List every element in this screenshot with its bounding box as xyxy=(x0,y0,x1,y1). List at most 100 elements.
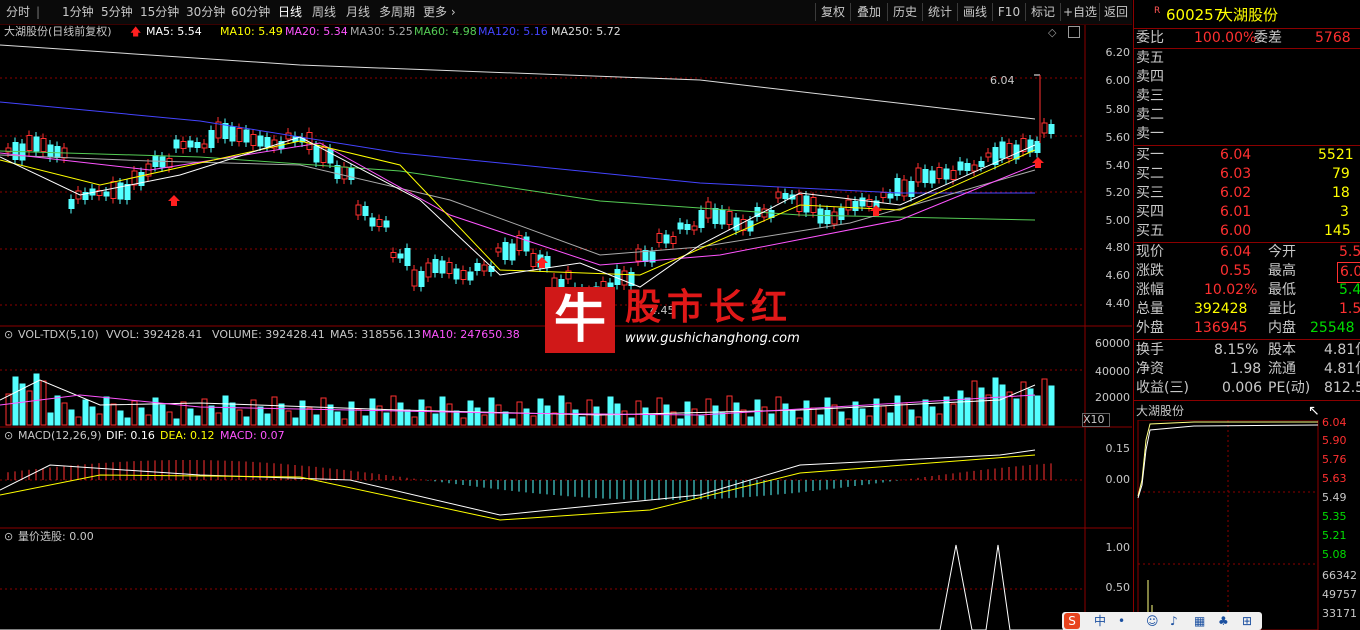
period-more[interactable]: 更多 › xyxy=(423,4,456,20)
draw-button[interactable]: 画线 xyxy=(957,3,992,21)
period-weekly[interactable]: 周线 xyxy=(312,4,336,20)
buy4-label: 买四 xyxy=(1136,204,1164,220)
buy3-vol: 18 xyxy=(1332,185,1350,201)
candle xyxy=(691,225,698,231)
sell1-label: 卖一 xyxy=(1136,126,1164,142)
volume-bar xyxy=(950,403,957,426)
volume-bar xyxy=(187,408,194,426)
volume-bar xyxy=(432,413,439,426)
candlesticks xyxy=(5,117,1055,304)
keyboard-icon[interactable]: ▦ xyxy=(1194,614,1205,628)
diamond-icon[interactable]: ◇ xyxy=(1048,26,1056,40)
candle xyxy=(404,248,411,266)
f10-button[interactable]: F10 xyxy=(992,3,1025,21)
collapse-icon[interactable]: ⊙ xyxy=(4,530,13,544)
volume-bar xyxy=(838,411,845,426)
buy1-label: 买一 xyxy=(1136,147,1164,163)
minimize-icon[interactable] xyxy=(1068,26,1080,38)
mini-chart-title: 大湖股份 xyxy=(1136,404,1185,418)
price-axis-label: 6.00 xyxy=(1105,74,1131,87)
back-button[interactable]: 返回 xyxy=(1099,3,1132,21)
volume-bar xyxy=(733,402,740,426)
volume-bar xyxy=(173,418,180,426)
mini-axis-label: 5.49 xyxy=(1322,491,1347,504)
tools-icon[interactable]: ⊞ xyxy=(1242,614,1252,628)
overlay-button[interactable]: 叠加 xyxy=(850,3,887,21)
candle xyxy=(495,247,502,253)
stat-value: 6.0 xyxy=(1337,262,1360,283)
volume-bar xyxy=(341,418,348,426)
stat-value: 1.5 xyxy=(1339,301,1360,317)
period-15min[interactable]: 15分钟 xyxy=(140,4,179,20)
candle xyxy=(915,167,922,183)
stats-button[interactable]: 统计 xyxy=(922,3,957,21)
volume-bar xyxy=(887,412,894,426)
volume-bar xyxy=(572,409,579,426)
stat-label: 涨幅 xyxy=(1136,282,1164,298)
volume-bar xyxy=(453,410,460,426)
volume-bar xyxy=(502,411,509,426)
fund-label: 股本 xyxy=(1268,342,1296,358)
stock-code: 600257 xyxy=(1166,6,1224,24)
buy4-vol: 3 xyxy=(1340,204,1349,220)
fund-value: 4.81亿 xyxy=(1324,342,1360,358)
volume-bar xyxy=(866,415,873,426)
collapse-icon[interactable]: ⊙ xyxy=(4,328,13,342)
volume-bar xyxy=(1020,381,1027,426)
ime-toolbar[interactable]: S 中 • ☺ ♪ ▦ ♣ ⊞ xyxy=(1062,612,1262,630)
stat-label: 内盘 xyxy=(1268,320,1296,336)
mark-button[interactable]: 标记 xyxy=(1025,3,1060,21)
volume-bar xyxy=(586,399,593,426)
buy3-label: 买三 xyxy=(1136,185,1164,201)
volume-bar xyxy=(579,416,586,426)
volume-bar xyxy=(159,404,166,426)
up-arrow-icon: 🡅 xyxy=(130,25,142,38)
candle xyxy=(257,135,264,147)
dif-label: DIF: 0.16 xyxy=(106,429,155,442)
vol-axis-label: 20000 xyxy=(1095,391,1130,404)
volume-bar xyxy=(726,395,733,426)
volume-bar xyxy=(817,414,824,426)
period-1min[interactable]: 1分钟 xyxy=(62,4,94,20)
stat-label: 现价 xyxy=(1136,244,1164,260)
period-fenshi[interactable]: 分时 xyxy=(6,4,30,20)
candle xyxy=(33,136,40,152)
volume-bar xyxy=(362,415,369,426)
volume-bar xyxy=(61,402,68,426)
history-button[interactable]: 历史 xyxy=(887,3,922,21)
add-watchlist-button[interactable]: +自选 xyxy=(1060,3,1099,21)
mini-axis-label: 5.08 xyxy=(1322,548,1347,561)
voice-icon[interactable]: ♪ xyxy=(1170,614,1178,628)
period-30min[interactable]: 30分钟 xyxy=(186,4,225,20)
volume-bar xyxy=(992,377,999,426)
cursor-icon: ↖ xyxy=(1308,403,1320,419)
candle xyxy=(124,184,131,200)
punctuation-icon[interactable]: • xyxy=(1118,614,1125,628)
collapse-icon[interactable]: ⊙ xyxy=(4,429,13,443)
period-multi[interactable]: 多周期 xyxy=(379,4,415,20)
fuquan-button[interactable]: 复权 xyxy=(815,3,850,21)
candle xyxy=(453,268,460,280)
candle xyxy=(250,134,257,146)
volume-bar xyxy=(236,409,243,426)
period-monthly[interactable]: 月线 xyxy=(346,4,370,20)
volume-bar xyxy=(824,397,831,426)
volume-bar xyxy=(635,400,642,426)
volume-bar xyxy=(418,399,425,426)
candle xyxy=(110,181,117,199)
volume-bar xyxy=(222,395,229,426)
volume-bar xyxy=(691,408,698,426)
period-daily[interactable]: 日线 xyxy=(278,4,302,20)
webi-value: 100.00% xyxy=(1194,30,1257,46)
period-60min[interactable]: 60分钟 xyxy=(231,4,270,20)
volume-bar xyxy=(103,396,110,426)
skin-icon[interactable]: ♣ xyxy=(1218,614,1229,628)
emoji-icon[interactable]: ☺ xyxy=(1146,614,1159,628)
ime-mode-icon[interactable]: 中 xyxy=(1094,614,1106,628)
period-5min[interactable]: 5分钟 xyxy=(101,4,133,20)
volume-bar xyxy=(558,395,565,426)
candle xyxy=(47,144,54,158)
buy3-price: 6.02 xyxy=(1220,185,1252,201)
volume-bar xyxy=(719,412,726,426)
mini-axis-label: 5.63 xyxy=(1322,472,1347,485)
